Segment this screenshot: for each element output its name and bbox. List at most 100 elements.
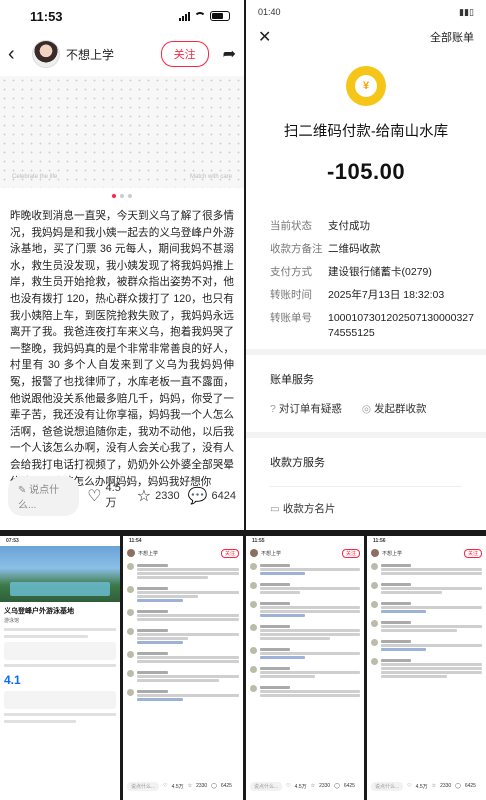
comment-count: 6425	[220, 783, 232, 789]
author-name: 不想上学	[261, 550, 282, 557]
avatar[interactable]	[371, 549, 379, 557]
post-screen: 11:53 ‹ 不想上学 关注 ➦ Celebrate the life Mat…	[0, 0, 244, 530]
star-icon[interactable]: ☆	[188, 783, 192, 789]
author-name[interactable]: 不想上学	[66, 46, 155, 63]
comment-item	[367, 636, 486, 655]
wifi-icon	[194, 11, 206, 21]
detail-value: 100010730120250713000032774555125	[328, 312, 474, 339]
follow-button[interactable]: 关注	[160, 41, 209, 67]
battery-icon	[210, 11, 230, 21]
post-header: 不想上学 关注	[367, 546, 486, 560]
comment-item	[123, 648, 243, 667]
like-count: 4.5万	[105, 482, 121, 509]
follow-button[interactable]: 关注	[463, 548, 482, 558]
venue-card[interactable]	[4, 642, 116, 660]
comment-input[interactable]: ✎ 说点什么...	[8, 476, 80, 516]
comment-input[interactable]: 说点什么...	[127, 781, 160, 791]
post-image[interactable]: Celebrate the life Match with care	[0, 76, 244, 188]
group-pay-link[interactable]: ◎ 发起群收款	[362, 401, 427, 416]
pencil-icon: ✎	[18, 485, 30, 496]
comment-input[interactable]: 说点什么...	[250, 781, 283, 791]
detail-key: 当前状态	[270, 220, 312, 232]
detail-row: 支付方式 建设银行储蓄卡(0279)	[270, 265, 474, 280]
comment-item	[367, 579, 486, 598]
like-icon[interactable]: ♡	[286, 783, 290, 789]
status-time: 11:54	[129, 538, 142, 544]
like-icon[interactable]: ♡	[163, 783, 167, 789]
money-bag-icon: ¥	[346, 66, 386, 106]
detail-value: 二维码收款	[328, 243, 381, 255]
comment-icon[interactable]: ◯	[211, 783, 217, 789]
battery-icon: ▮▮▯	[459, 6, 474, 17]
payee-service-links: ▭ 收款方名片	[246, 487, 486, 516]
group-icon: ◎	[361, 403, 372, 415]
share-icon[interactable]: ➦	[223, 44, 236, 64]
author-name: 不想上学	[382, 550, 403, 557]
comment-count: 6425	[464, 783, 476, 789]
back-icon[interactable]: ‹	[8, 43, 26, 66]
venue-title: 义乌登峰户外游泳基地	[4, 608, 74, 615]
follow-button[interactable]: 关注	[341, 548, 360, 558]
bill-service-heading: 账单服务	[270, 374, 314, 386]
engagement-bar: 说点什么... ♡ 4.5万 ☆ 2330 ◯ 6425	[367, 780, 486, 792]
like-icon[interactable]: ♡	[87, 486, 101, 506]
venue-subtitle: 游泳馆	[4, 618, 20, 624]
comment-item	[246, 579, 364, 598]
comment-item	[123, 606, 243, 625]
comment-count: 6425	[343, 783, 355, 789]
status-bar: 01:40 ▮▮▯	[246, 0, 486, 24]
engagement-bar: 说点什么... ♡ 4.5万 ☆ 2330 ◯ 6425	[123, 780, 243, 792]
venue-photo[interactable]	[0, 546, 120, 602]
comment-count: 6424	[211, 490, 236, 502]
post-header: ‹ 不想上学 关注 ➦	[0, 32, 244, 76]
payee-service-heading: 收款方服务	[270, 457, 325, 469]
status-time: 11:55	[252, 538, 265, 544]
detail-row: 转账单号 100010730120250713000032774555125	[270, 311, 474, 341]
comment-item	[246, 621, 364, 644]
group-pay-label: 发起群收款	[374, 403, 427, 415]
venue-card[interactable]	[4, 691, 116, 709]
detail-key: 收款方备注	[270, 243, 323, 255]
detail-value: 2025年7月13日 18:32:03	[328, 289, 445, 301]
comment-input[interactable]: 说点什么...	[371, 781, 404, 791]
close-icon[interactable]: ✕	[258, 27, 271, 47]
author-name: 不想上学	[138, 550, 159, 557]
comments-screen-1: 11:54 不想上学 关注 说点什么... ♡ 4.5万 ☆ 2330 ◯ 6425	[123, 536, 243, 800]
payee-title: 扫二维码付款-给南山水库	[283, 124, 449, 140]
comment-item	[246, 560, 364, 579]
image-caption-right: Match with care	[189, 174, 232, 180]
comment-item	[246, 682, 364, 701]
status-time: 01:40	[258, 7, 281, 17]
avatar[interactable]	[127, 549, 135, 557]
star-count: 2330	[155, 490, 180, 502]
star-icon[interactable]: ☆	[311, 783, 315, 789]
status-time: 07:53	[6, 538, 19, 544]
comment-item	[246, 598, 364, 621]
comment-icon[interactable]: 💬	[188, 486, 208, 506]
star-count: 2330	[196, 783, 208, 789]
comment-item	[123, 625, 243, 648]
star-count: 2330	[440, 783, 452, 789]
receipt-header: ✕ 全部账单	[246, 24, 486, 50]
comment-icon[interactable]: ◯	[455, 783, 461, 789]
comment-item	[246, 644, 364, 663]
like-icon[interactable]: ♡	[407, 783, 411, 789]
comment-item	[367, 617, 486, 636]
payee-card-link[interactable]: ▭ 收款方名片	[270, 501, 335, 516]
all-bills-link[interactable]: 全部账单	[430, 29, 474, 45]
star-icon[interactable]: ☆	[432, 783, 436, 789]
comment-icon[interactable]: ◯	[334, 783, 340, 789]
star-icon[interactable]: ☆	[137, 486, 151, 506]
avatar[interactable]	[32, 40, 60, 68]
comment-item	[367, 655, 486, 682]
venue-screen: 07:53 义乌登峰户外游泳基地 游泳馆 4.1	[0, 536, 120, 800]
avatar[interactable]	[250, 549, 258, 557]
status-bar: 11:53	[0, 0, 244, 32]
comments-screen-3: 11:56 不想上学 关注 说点什么... ♡ 4.5万 ☆ 2330 ◯ 6425	[367, 536, 486, 800]
star-count: 2330	[319, 783, 331, 789]
comment-item	[367, 560, 486, 579]
doubt-order-link[interactable]: ? 对订单有疑惑	[270, 401, 342, 416]
follow-button[interactable]: 关注	[220, 548, 239, 558]
comment-item	[367, 598, 486, 617]
like-count: 4.5万	[294, 783, 307, 790]
